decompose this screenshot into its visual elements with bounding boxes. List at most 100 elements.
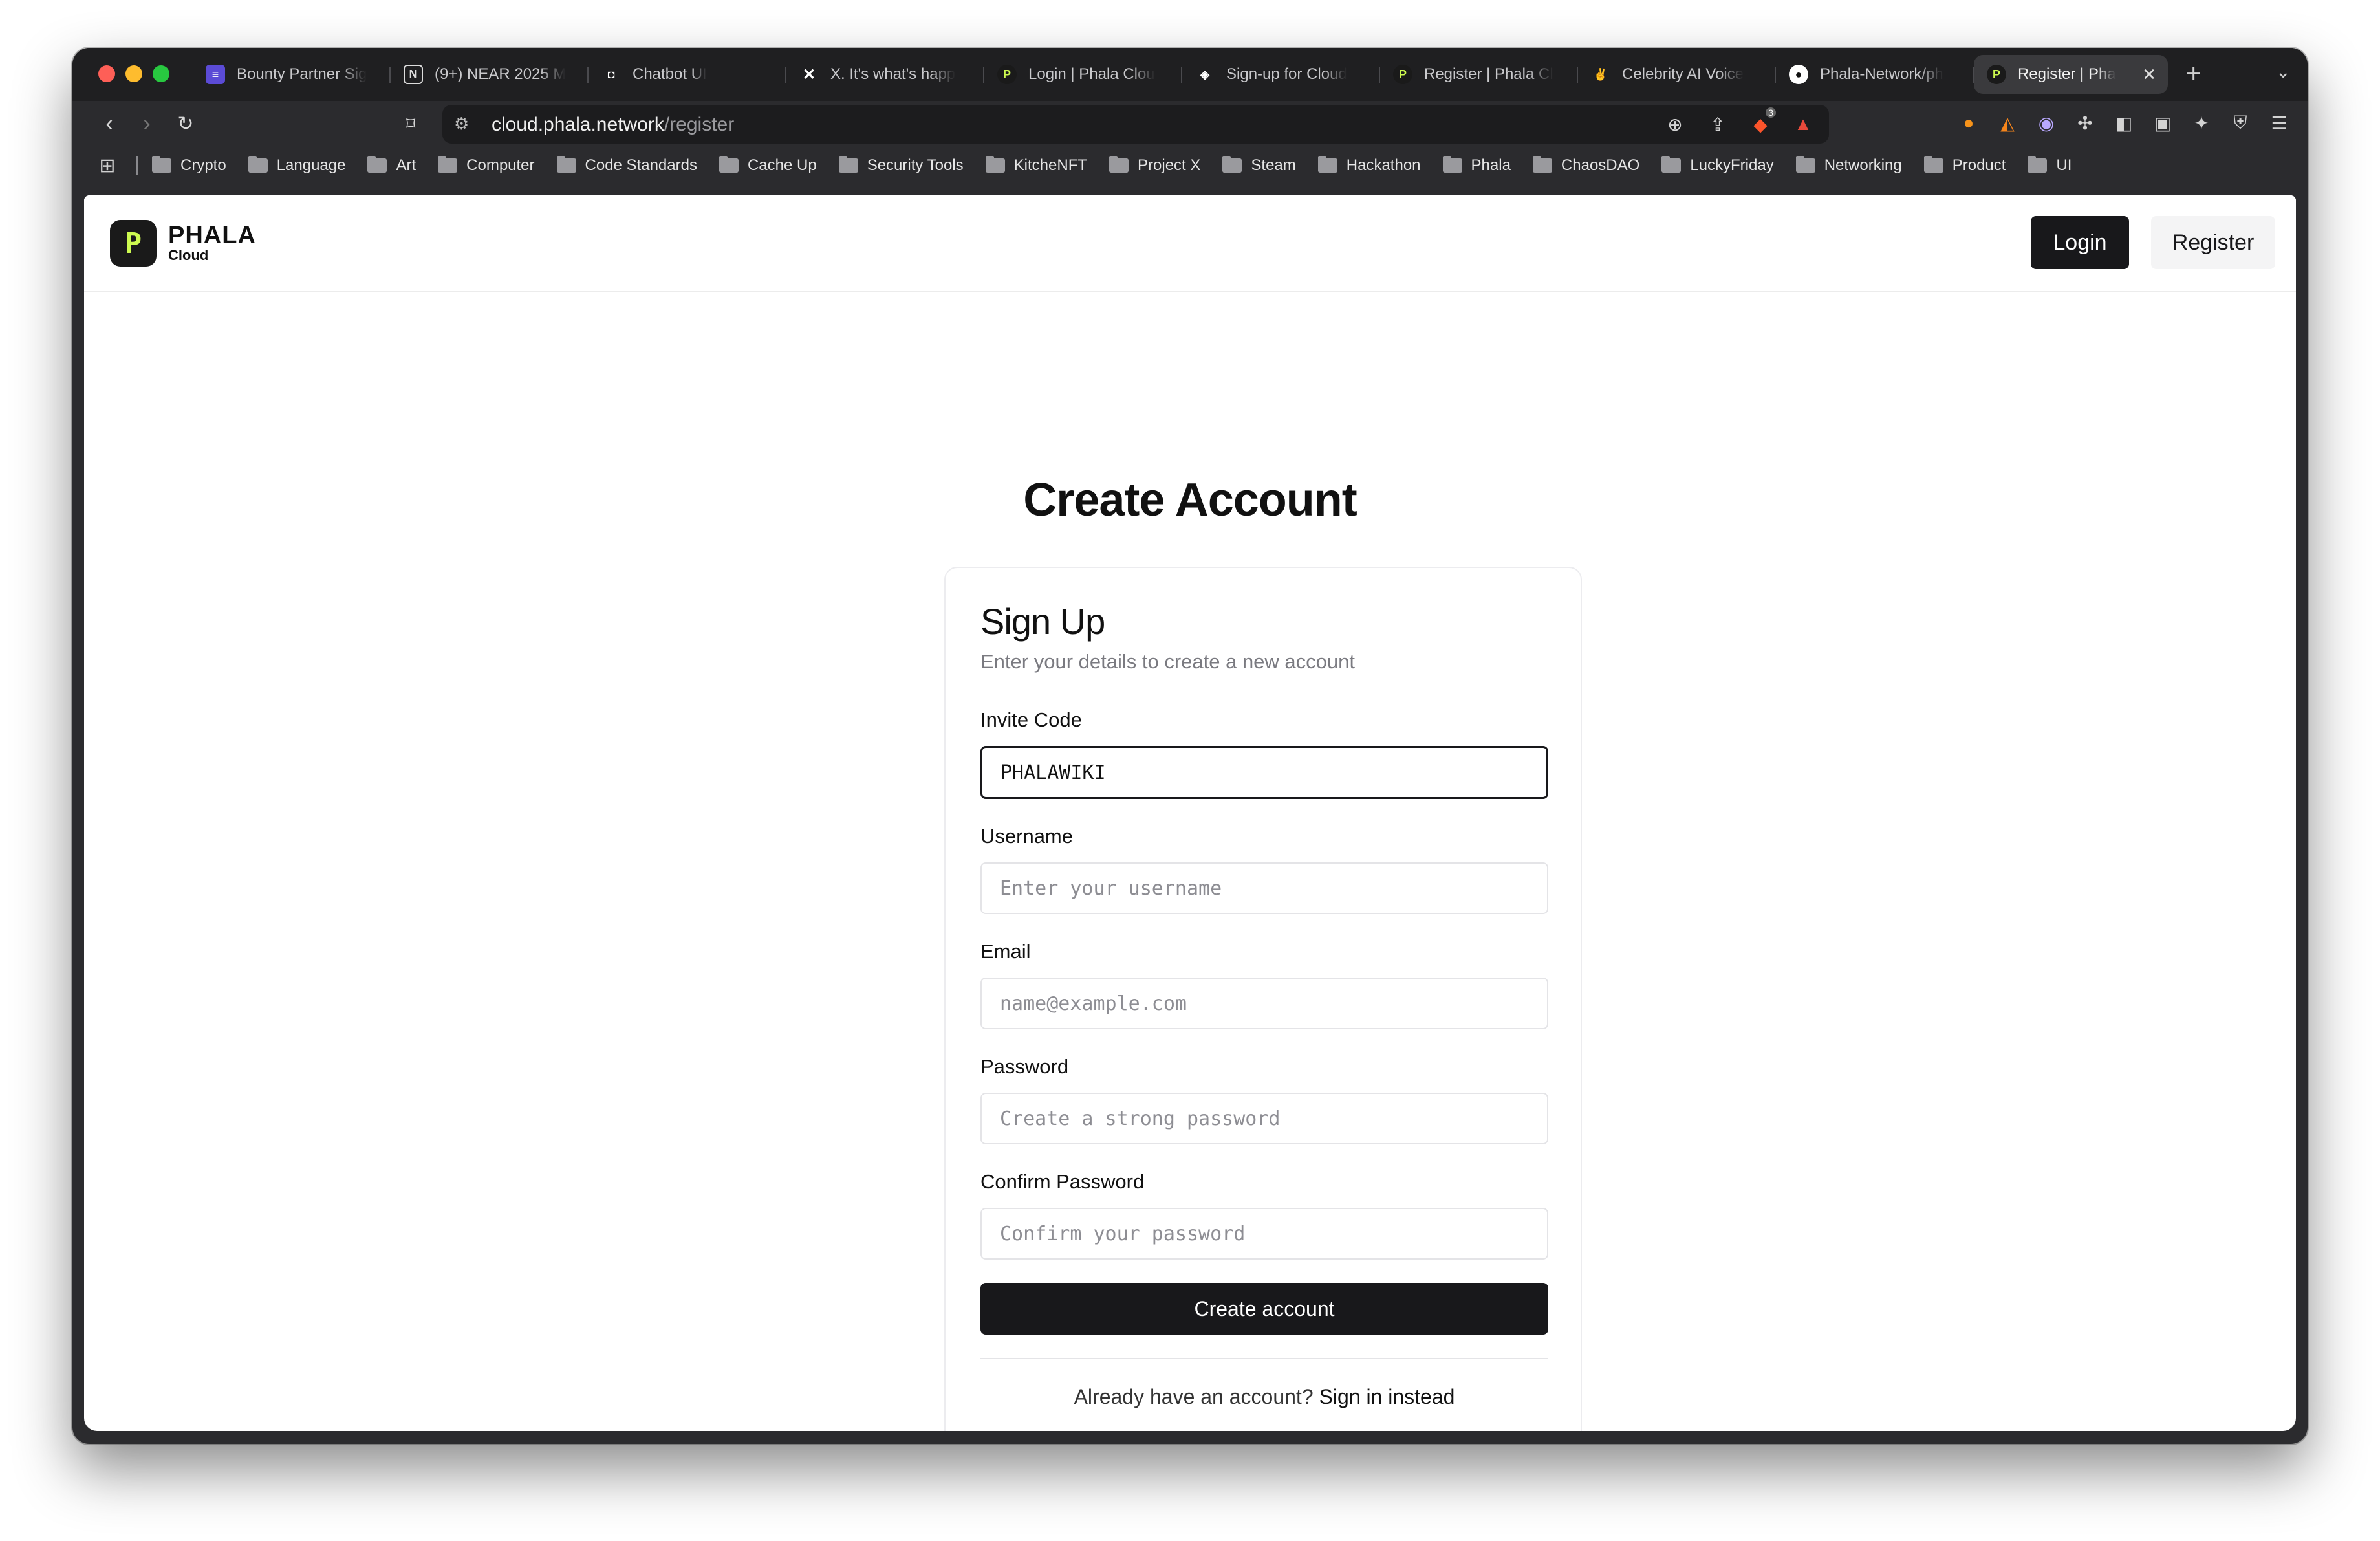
bookmark-icon[interactable]: ⌑ [395,107,427,140]
create-account-button[interactable]: Create account [980,1283,1548,1335]
bookmark-folder[interactable]: Language [248,156,346,175]
logo-mark-letter: P [124,226,142,260]
bookmark-folder[interactable]: KitcheNFT [985,156,1088,175]
bookmark-folder[interactable]: LuckyFriday [1661,156,1774,175]
apps-grid-icon[interactable]: ⊞ [94,153,120,179]
folder-icon [838,156,858,173]
bookmark-label: ChaosDAO [1561,157,1640,174]
tab-login-phala[interactable]: P Login | Phala Clou [984,55,1182,94]
menu-icon[interactable]: ☰ [2266,110,2292,136]
bookmark-folder[interactable]: Phala [1442,156,1511,175]
layers-icon: ◈ [1200,67,1209,81]
tab-github-phala[interactable]: ● Phala-Network/ph [1776,55,1974,94]
maximize-window-button[interactable] [153,65,169,82]
bookmark-label: Art [396,157,416,174]
new-tab-icon[interactable]: + [2186,57,2201,91]
confirm-password-label: Confirm Password [980,1170,1145,1193]
close-tab-icon[interactable]: ✕ [2142,65,2156,85]
folder-icon [1222,156,1242,173]
profile-extension-icon[interactable]: ◉ [2033,110,2059,136]
phala-icon: P [1393,65,1412,84]
chevron-down-icon[interactable]: ⌄ [2276,61,2291,82]
tab-register-phala-active[interactable]: P Register | Pha ✕ [1974,55,2168,94]
close-window-button[interactable] [98,65,115,82]
site-settings-icon[interactable]: ⚙ [454,114,469,134]
folder-icon [1795,156,1815,173]
tab-near-2025[interactable]: N (9+) NEAR 2025 M [391,55,589,94]
bookmark-folder[interactable]: Hackathon [1317,156,1421,175]
bookmark-label: Crypto [180,157,226,174]
bookmark-folder[interactable]: Product [1923,156,2006,175]
tab-bounty-partner[interactable]: ≡ Bounty Partner Sig [193,55,391,94]
bookmark-folder[interactable]: ChaosDAO [1532,156,1640,175]
forward-icon[interactable]: › [131,107,163,140]
minimize-window-button[interactable] [125,65,142,82]
username-field: Username [980,825,1548,914]
phala-logo-icon: P [110,220,157,267]
password-label: Password [980,1055,1069,1078]
bookmark-folder[interactable]: Steam [1222,156,1296,175]
email-input[interactable] [980,978,1548,1029]
bookmark-folder[interactable]: Project X [1109,156,1200,175]
username-input[interactable] [980,862,1548,914]
card-title: Sign Up [980,601,1105,642]
wallet-icon[interactable]: ▣ [2150,110,2176,136]
tab-x[interactable]: ✕ X. It's what's happ [786,55,984,94]
url-text[interactable]: cloud.phala.network/register [492,114,734,136]
phala-cloud-logo[interactable]: P PHALA Cloud [110,220,256,267]
bookmark-folder[interactable]: Computer [438,156,535,175]
bookmark-folder[interactable]: Crypto [152,156,226,175]
back-icon[interactable]: ‹ [93,107,125,140]
chat-icon: ◘ [607,67,615,81]
extensions-icon[interactable]: ✣ [2072,110,2098,136]
brave-rewards-icon[interactable]: ▲ [1790,111,1816,137]
metamask-extension-icon[interactable]: ◭ [1995,110,2020,136]
bookmark-label: Code Standards [585,157,697,174]
tab-label: Phala-Network/ph [1820,65,1943,83]
sidebar-icon[interactable]: ◧ [2111,110,2137,136]
bookmark-folder[interactable]: Cache Up [719,156,817,175]
brave-shields-icon[interactable]: ◆ 3 [1747,107,1776,137]
bitcoin-extension-icon[interactable]: ● [1956,110,1982,136]
invite-code-label: Invite Code [980,708,1082,731]
page-viewport: P PHALA Cloud Login Register Create Acco… [84,195,2296,1431]
confirm-password-input[interactable] [980,1208,1548,1260]
bookmark-folder[interactable]: Security Tools [838,156,964,175]
bookmark-label: Language [276,157,346,174]
register-button[interactable]: Register [2151,216,2275,269]
bookmarks-bar: ⊞ Crypto Language Art Computer Code Stan… [72,146,2308,185]
password-input[interactable] [980,1093,1548,1144]
hand-icon: ✌ [1593,67,1608,81]
address-bar[interactable]: ⚙ cloud.phala.network/register ⊕ ⇪ ◆ 3 ▲ [442,105,1829,144]
share-icon[interactable]: ⇪ [1705,111,1731,137]
bookmark-folder[interactable]: UI [2028,156,2072,175]
vpn-icon[interactable]: ⛨ [2227,110,2253,136]
bookmark-label: KitcheNFT [1013,157,1088,174]
invite-code-input[interactable] [980,746,1548,799]
reload-icon[interactable]: ↻ [169,107,202,140]
tab-celebrity-ai[interactable]: ✌ Celebrity AI Voice [1578,55,1776,94]
folder-icon [719,156,739,173]
folder-icon [367,156,387,173]
tab-signup-cloud[interactable]: ◈ Sign-up for Cloud [1182,55,1380,94]
bookmark-folder[interactable]: Networking [1795,156,1902,175]
notion-icon: N [404,65,423,84]
bookmark-folder[interactable]: Art [367,156,416,175]
bookmark-label: LuckyFriday [1690,157,1774,174]
bookmark-label: Hackathon [1346,157,1421,174]
tab-register-phala[interactable]: P Register | Phala Cl [1380,55,1578,94]
folder-icon [1923,156,1943,173]
signin-link[interactable]: Sign in instead [1319,1385,1455,1408]
bookmarks-divider [136,156,138,175]
url-path: /register [664,114,735,135]
window-controls [98,65,169,82]
github-icon: ● [1789,65,1808,84]
leo-ai-icon[interactable]: ✦ [2189,110,2214,136]
extensions-area: ● ◭ ◉ ✣ ◧ ▣ ✦ ⛨ ☰ [1956,110,2292,136]
bookmark-label: Computer [466,157,535,174]
bookmark-folder[interactable]: Code Standards [556,156,697,175]
zoom-icon[interactable]: ⊕ [1662,111,1688,137]
signin-prompt: Already have an account? [1074,1385,1314,1408]
tab-chatbot-ui[interactable]: ◘ Chatbot UI [589,55,786,94]
login-button[interactable]: Login [2031,216,2129,269]
